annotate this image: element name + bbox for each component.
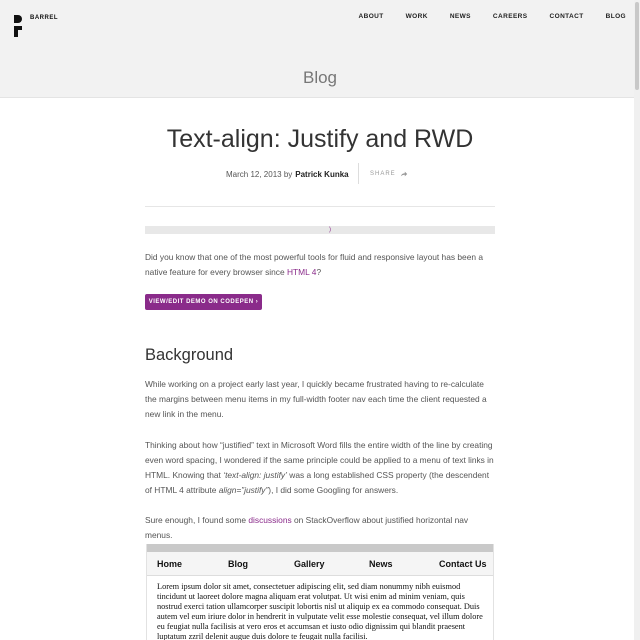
demo-topbar (147, 544, 493, 552)
demo-nav-gallery: Gallery (294, 559, 325, 569)
brand-name: BARREL (30, 15, 58, 21)
nav-item-work[interactable]: WORK (406, 13, 428, 20)
embedded-demo-strip: ) (145, 226, 495, 234)
p4-text-a: Sure enough, I found some (145, 515, 249, 525)
meta-divider (358, 163, 359, 184)
demo-screenshot: Home Blog Gallery News Contact Us Lorem … (146, 544, 494, 640)
demo-nav-home: Home (157, 559, 183, 569)
html4-link[interactable]: HTML 4 (287, 267, 316, 277)
demo-lorem-text: Lorem ipsum dolor sit amet, consectetuer… (157, 582, 483, 640)
demo-nav-blog: Blog (228, 559, 248, 569)
logo-mark-icon (14, 15, 22, 37)
demo-nav: Home Blog Gallery News Contact Us (147, 552, 493, 576)
demo-nav-contact: Contact Us (439, 559, 487, 569)
scrollbar-thumb[interactable] (635, 2, 639, 90)
paragraph-justified-text: Thinking about how “justified” text in M… (145, 438, 495, 498)
p3-text-c: ), I did some Googling for answers. (268, 485, 399, 495)
paragraph-discussions: Sure enough, I found some discussions on… (145, 513, 495, 543)
share-arrow-icon (400, 171, 407, 177)
discussions-link[interactable]: discussions (248, 515, 291, 525)
nav-item-blog[interactable]: BLOG (606, 13, 626, 20)
main-nav: ABOUT WORK NEWS CAREERS CONTACT BLOG (337, 13, 626, 20)
post-title: Text-align: Justify and RWD (166, 125, 474, 153)
nav-item-news[interactable]: NEWS (450, 13, 471, 20)
post-meta: March 12, 2013 by Patrick Kunka (226, 165, 349, 183)
divider (145, 206, 495, 207)
codepen-demo-button[interactable]: VIEW/EDIT DEMO ON CODEPEN › (145, 294, 262, 310)
demo-nav-news: News (369, 559, 393, 569)
share-label: SHARE (370, 171, 396, 177)
intro-paragraph: Did you know that one of the most powerf… (145, 250, 495, 280)
barrel-logo[interactable]: BARREL (14, 15, 74, 37)
post-author[interactable]: Patrick Kunka (295, 170, 348, 179)
section-title: Blog (302, 68, 338, 87)
p3-code-a: ‘text-align: justify’ (223, 470, 287, 480)
nav-item-contact[interactable]: CONTACT (550, 13, 584, 20)
nav-item-about[interactable]: ABOUT (359, 13, 384, 20)
share-button[interactable]: SHARE (370, 170, 408, 178)
paragraph-background: While working on a project early last ye… (145, 379, 487, 419)
page-scrollbar[interactable] (634, 0, 640, 640)
intro-text-end: ? (316, 267, 322, 277)
nav-item-careers[interactable]: CAREERS (493, 13, 528, 20)
site-header: BARREL ABOUT WORK NEWS CAREERS CONTACT B… (0, 0, 640, 98)
post-date: March 12, 2013 by (226, 169, 293, 179)
p3-code-b: align=”justify” (218, 485, 269, 495)
strip-marker-icon: ) (329, 227, 331, 233)
section-heading-background: Background (145, 346, 234, 364)
